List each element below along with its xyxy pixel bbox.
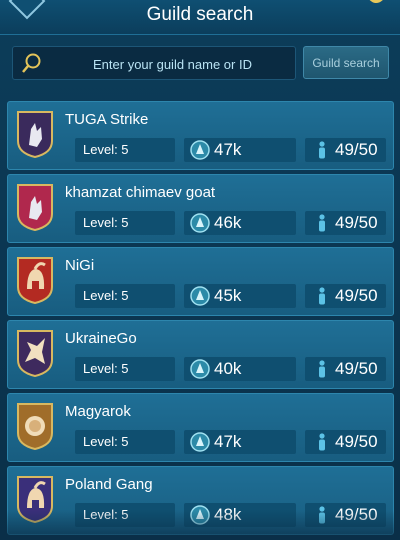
power-icon [190,505,210,525]
guild-card[interactable]: TUGA Strike Level: 5 47k 49/50 [7,101,394,170]
power-pill: 40k [184,357,296,381]
guild-members: 49/50 [335,213,378,232]
guild-power: 48k [214,505,242,524]
guild-name: NiGi [65,257,95,274]
guild-level: Level: 5 [83,434,129,449]
guild-search-button[interactable]: Guild search [303,46,389,79]
guild-card[interactable]: Magyarok Level: 5 47k 49/50 [7,393,394,462]
header: Guild search [0,0,400,35]
guild-level: Level: 5 [83,288,129,303]
guild-power: 46k [214,213,242,232]
person-icon [319,506,325,524]
wolf-icon [17,184,53,232]
guild-level: Level: 5 [83,215,129,230]
power-pill: 48k [184,503,296,527]
guild-name: Magyarok [65,403,131,420]
power-icon [190,213,210,233]
level-pill: Level: 5 [75,284,175,308]
level-pill: Level: 5 [75,503,175,527]
members-pill: 49/50 [305,357,386,381]
search-icon [22,53,41,73]
level-pill: Level: 5 [75,138,175,162]
wolf-icon [17,111,53,159]
members-pill: 49/50 [305,138,386,162]
power-icon [190,432,210,452]
power-pill: 47k [184,430,296,454]
search-input[interactable] [53,47,292,81]
spartan-helmet-icon [17,476,53,524]
guild-members: 49/50 [335,505,378,524]
power-pill: 45k [184,284,296,308]
guild-card[interactable]: Poland Gang Level: 5 48k 49/50 [7,466,394,535]
person-icon [319,360,325,378]
person-icon [319,141,325,159]
level-pill: Level: 5 [75,430,175,454]
guild-name: khamzat chimaev goat [65,184,216,201]
guild-level: Level: 5 [83,142,129,157]
guild-members: 49/50 [335,432,378,451]
lion-icon [17,403,53,451]
guild-power: 47k [214,432,242,451]
guild-level: Level: 5 [83,361,129,376]
guild-name: TUGA Strike [65,111,149,128]
person-icon [319,287,325,305]
search-box [12,46,296,81]
guild-card[interactable]: khamzat chimaev goat Level: 5 46k 49/50 [7,174,394,243]
power-pill: 46k [184,211,296,235]
members-pill: 49/50 [305,503,386,527]
guild-power: 45k [214,286,242,305]
person-icon [319,433,325,451]
members-pill: 49/50 [305,284,386,308]
guild-power: 40k [214,359,242,378]
guild-members: 49/50 [335,359,378,378]
members-pill: 49/50 [305,211,386,235]
power-icon [190,140,210,160]
level-pill: Level: 5 [75,357,175,381]
guild-name: Poland Gang [65,476,153,493]
guild-card[interactable]: NiGi Level: 5 45k 49/50 [7,247,394,316]
dragon-icon [17,330,53,378]
level-pill: Level: 5 [75,211,175,235]
spartan-helmet-icon [17,257,53,305]
guild-power: 47k [214,140,242,159]
guild-card[interactable]: UkraineGo Level: 5 40k 49/50 [7,320,394,389]
power-pill: 47k [184,138,296,162]
power-icon [190,359,210,379]
guild-members: 49/50 [335,140,378,159]
guild-level: Level: 5 [83,507,129,522]
members-pill: 49/50 [305,430,386,454]
person-icon [319,214,325,232]
guild-name: UkraineGo [65,330,137,347]
guild-members: 49/50 [335,286,378,305]
page-title: Guild search [146,4,254,25]
power-icon [190,286,210,306]
